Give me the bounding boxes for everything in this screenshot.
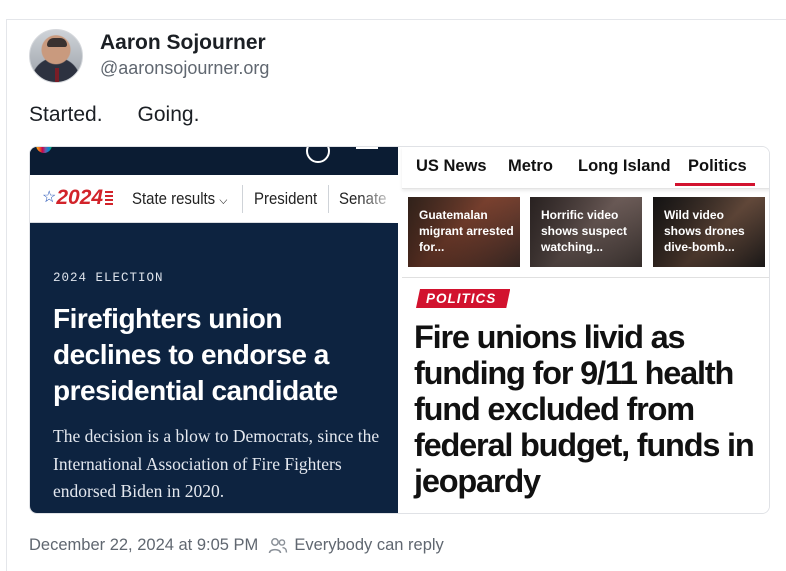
eyebrow: 2024 ELECTION: [53, 271, 164, 285]
avatar-tie: [55, 68, 59, 82]
menu-icon: [356, 147, 378, 149]
star-icon: ☆: [42, 188, 57, 206]
election-badge: ☆ 2024: [42, 186, 114, 209]
right-screenshot[interactable]: US News Metro Long Island Politics Guate…: [402, 147, 769, 513]
post-media[interactable]: ☆ 2024 State results ⌵ President Senate …: [29, 146, 770, 514]
post-footer: December 22, 2024 at 9:05 PM Everybody c…: [29, 536, 444, 555]
avatar[interactable]: [29, 29, 83, 83]
thumb-2: Horrific video shows suspect watching...: [530, 197, 642, 267]
nav-separator: [242, 185, 243, 213]
avatar-hair: [47, 38, 67, 47]
nav-fade: [358, 175, 398, 223]
thumbnail-row: Guatemalan migrant arrested for... Horri…: [408, 197, 768, 269]
left-headline: Firefighters union declines to endorse a…: [53, 303, 338, 406]
reply-setting[interactable]: Everybody can reply: [294, 536, 444, 555]
active-tab-underline: [675, 183, 755, 186]
author-handle[interactable]: @aaronsojourner.org: [100, 58, 269, 79]
account-icon: [306, 147, 330, 163]
badge-year: 2024: [56, 186, 104, 209]
nav-us-news: US News: [416, 157, 487, 175]
nav-politics: Politics: [688, 157, 747, 175]
post-timestamp[interactable]: December 22, 2024 at 9:05 PM: [29, 536, 258, 555]
nav-long-island: Long Island: [578, 157, 671, 175]
chevron-down-icon: ⌵: [219, 193, 228, 207]
nav-president: President: [254, 189, 318, 208]
left-nav-bar: ☆ 2024 State results ⌵ President Senate: [30, 175, 398, 223]
left-dek: The decision is a blow to Democrats, sin…: [53, 426, 380, 501]
thumb-caption: Horrific video shows suspect watching...: [541, 208, 628, 254]
nav-separator: [328, 185, 329, 213]
section-divider: [402, 277, 769, 278]
left-topbar: [30, 147, 398, 175]
people-icon: [269, 537, 288, 553]
nav-state-results: State results ⌵: [132, 189, 228, 208]
peacock-logo-icon: [36, 147, 52, 153]
section-tag: POLITICS: [416, 289, 510, 308]
nav-metro: Metro: [508, 157, 553, 175]
right-headline: Fire unions livid as funding for 9/11 he…: [414, 319, 755, 499]
flag-stripes-icon: [105, 190, 114, 205]
left-screenshot[interactable]: ☆ 2024 State results ⌵ President Senate …: [30, 147, 398, 513]
thumb-1: Guatemalan migrant arrested for...: [408, 197, 520, 267]
thumb-caption: Wild video shows drones dive-bomb...: [664, 208, 745, 254]
right-nav-bar: US News Metro Long Island Politics: [402, 147, 769, 189]
thumb-3: Wild video shows drones dive-bomb...: [653, 197, 765, 267]
thumb-caption: Guatemalan migrant arrested for...: [419, 208, 514, 254]
post-text: Started. Going.: [29, 103, 200, 126]
author-name[interactable]: Aaron Sojourner: [100, 31, 266, 55]
